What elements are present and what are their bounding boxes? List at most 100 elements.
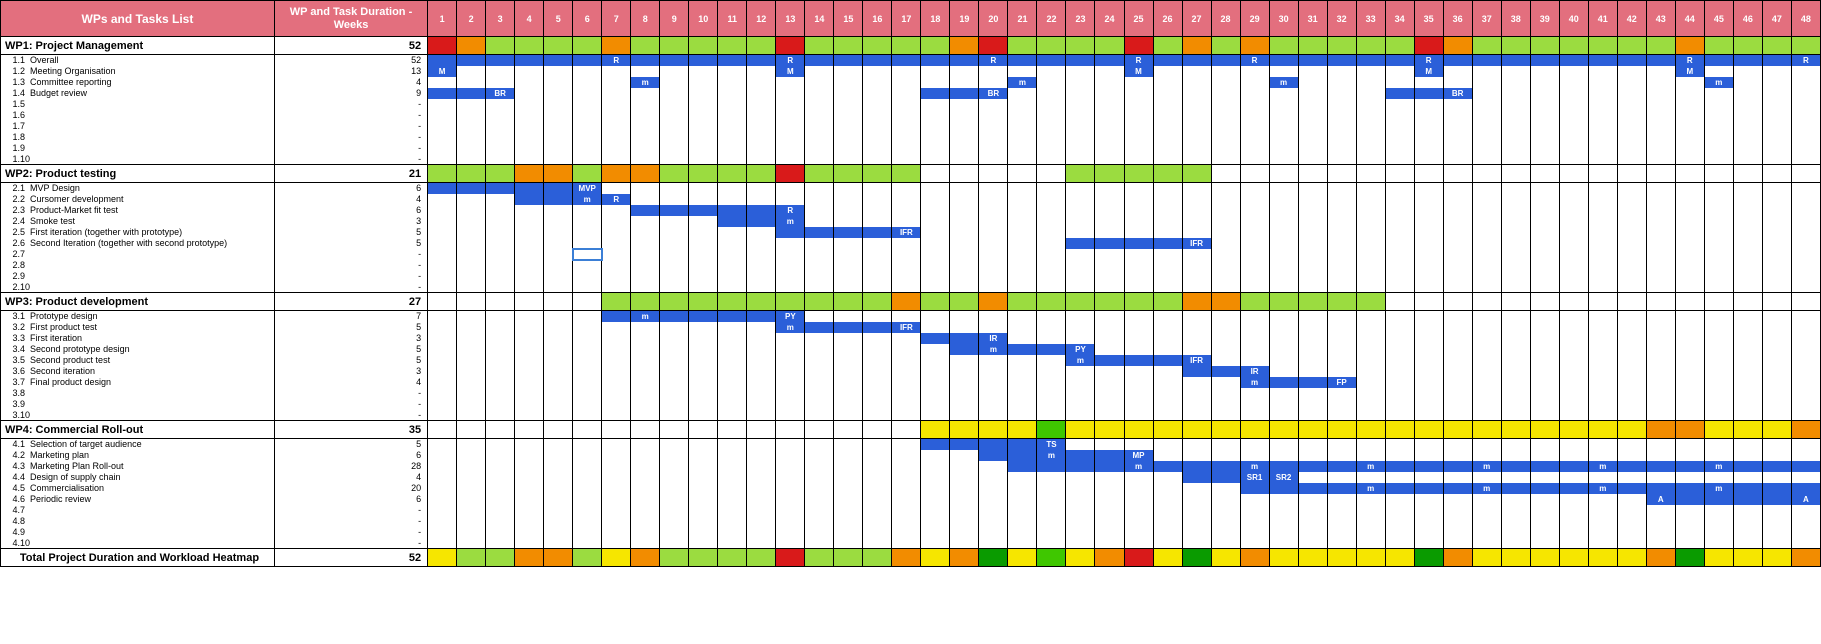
gantt-cell[interactable]	[544, 282, 573, 293]
gantt-cell[interactable]	[428, 143, 457, 154]
gantt-cell[interactable]	[1269, 154, 1298, 165]
gantt-cell[interactable]	[689, 311, 718, 322]
gantt-cell[interactable]	[457, 55, 486, 66]
gantt-cell[interactable]	[1588, 377, 1617, 388]
gantt-cell[interactable]	[1124, 249, 1153, 260]
gantt-cell[interactable]	[979, 377, 1008, 388]
gantt-cell[interactable]	[1269, 505, 1298, 516]
heat-cell[interactable]	[834, 165, 863, 183]
gantt-cell[interactable]	[689, 66, 718, 77]
gantt-cell[interactable]	[573, 494, 602, 505]
gantt-cell[interactable]	[1559, 344, 1588, 355]
gantt-cell[interactable]	[805, 333, 834, 344]
gantt-cell[interactable]	[1240, 483, 1269, 494]
gantt-cell[interactable]	[428, 271, 457, 282]
gantt-cell[interactable]	[602, 461, 631, 472]
gantt-cell[interactable]	[892, 55, 921, 66]
gantt-cell[interactable]	[1733, 355, 1762, 366]
gantt-cell[interactable]	[1124, 121, 1153, 132]
gantt-cell[interactable]	[1762, 366, 1791, 377]
gantt-cell[interactable]	[1530, 410, 1559, 421]
gantt-cell[interactable]	[1588, 355, 1617, 366]
gantt-cell[interactable]	[544, 205, 573, 216]
gantt-cell[interactable]	[1617, 399, 1646, 410]
gantt-cell[interactable]	[544, 77, 573, 88]
gantt-cell[interactable]	[863, 216, 892, 227]
gantt-cell[interactable]	[1588, 344, 1617, 355]
heat-cell[interactable]	[1617, 165, 1646, 183]
gantt-cell[interactable]	[602, 154, 631, 165]
gantt-cell[interactable]	[1588, 143, 1617, 154]
heat-cell[interactable]	[660, 37, 689, 55]
gantt-cell[interactable]	[1008, 99, 1037, 110]
gantt-cell[interactable]	[1298, 205, 1327, 216]
gantt-cell[interactable]	[892, 410, 921, 421]
gantt-cell[interactable]	[457, 154, 486, 165]
gantt-cell[interactable]	[1269, 282, 1298, 293]
gantt-cell[interactable]	[573, 238, 602, 249]
gantt-cell[interactable]	[631, 333, 660, 344]
gantt-cell[interactable]	[718, 249, 747, 260]
gantt-cell[interactable]	[1385, 132, 1414, 143]
gantt-cell[interactable]	[921, 271, 950, 282]
gantt-cell[interactable]	[689, 410, 718, 421]
gantt-cell[interactable]	[1472, 494, 1501, 505]
gantt-cell[interactable]	[1414, 77, 1443, 88]
gantt-cell[interactable]	[1327, 516, 1356, 527]
gantt-cell[interactable]	[1327, 450, 1356, 461]
gantt-cell[interactable]	[428, 450, 457, 461]
gantt-cell[interactable]	[1008, 399, 1037, 410]
gantt-cell[interactable]	[1095, 388, 1124, 399]
gantt-cell[interactable]	[544, 333, 573, 344]
gantt-cell[interactable]	[631, 322, 660, 333]
gantt-cell[interactable]	[1559, 388, 1588, 399]
gantt-cell[interactable]	[1559, 516, 1588, 527]
gantt-cell[interactable]	[863, 249, 892, 260]
gantt-cell[interactable]	[544, 483, 573, 494]
heat-cell[interactable]	[1298, 549, 1327, 567]
gantt-cell[interactable]	[544, 99, 573, 110]
gantt-cell[interactable]	[457, 88, 486, 99]
gantt-cell[interactable]	[1791, 311, 1820, 322]
gantt-cell[interactable]	[892, 121, 921, 132]
gantt-cell[interactable]	[573, 143, 602, 154]
heat-cell[interactable]	[1356, 549, 1385, 567]
gantt-cell[interactable]: IR	[979, 333, 1008, 344]
gantt-cell[interactable]	[1762, 99, 1791, 110]
heat-cell[interactable]	[1211, 421, 1240, 439]
heat-cell[interactable]	[1646, 549, 1675, 567]
gantt-cell[interactable]	[1385, 538, 1414, 549]
gantt-cell[interactable]	[1298, 55, 1327, 66]
gantt-cell[interactable]	[486, 66, 515, 77]
gantt-cell[interactable]	[1617, 527, 1646, 538]
heat-cell[interactable]	[1008, 165, 1037, 183]
gantt-cell[interactable]	[1559, 88, 1588, 99]
gantt-cell[interactable]	[457, 249, 486, 260]
gantt-cell[interactable]	[1617, 55, 1646, 66]
gantt-cell[interactable]	[1356, 538, 1385, 549]
gantt-cell[interactable]	[1733, 527, 1762, 538]
gantt-cell[interactable]	[1501, 333, 1530, 344]
gantt-cell[interactable]	[892, 271, 921, 282]
heat-cell[interactable]	[1733, 165, 1762, 183]
gantt-cell[interactable]	[1066, 110, 1095, 121]
gantt-cell[interactable]	[1704, 538, 1733, 549]
gantt-cell[interactable]	[950, 216, 979, 227]
gantt-cell[interactable]	[1617, 88, 1646, 99]
gantt-cell[interactable]	[1211, 132, 1240, 143]
gantt-cell[interactable]	[486, 399, 515, 410]
gantt-cell[interactable]	[1269, 183, 1298, 194]
gantt-cell[interactable]	[776, 333, 805, 344]
gantt-cell[interactable]	[1733, 282, 1762, 293]
gantt-cell[interactable]	[1501, 143, 1530, 154]
gantt-cell[interactable]	[863, 527, 892, 538]
gantt-cell[interactable]	[979, 494, 1008, 505]
gantt-cell[interactable]	[747, 472, 776, 483]
gantt-cell[interactable]	[1675, 282, 1704, 293]
gantt-cell[interactable]	[1095, 154, 1124, 165]
gantt-cell[interactable]	[1443, 538, 1472, 549]
gantt-cell[interactable]	[1269, 355, 1298, 366]
heat-cell[interactable]	[1472, 293, 1501, 311]
heat-cell[interactable]	[428, 37, 457, 55]
gantt-cell[interactable]	[1269, 377, 1298, 388]
